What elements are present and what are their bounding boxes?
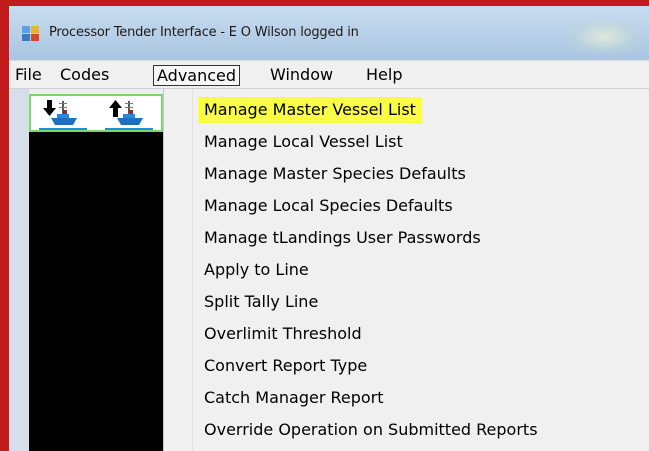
menu-item-split-tally-line[interactable]: Split Tally Line xyxy=(198,289,324,315)
title-bar[interactable]: Processor Tender Interface - E O Wilson … xyxy=(9,6,649,60)
menu-icon-gutter xyxy=(192,89,193,451)
menu-item-manage-local-species-defaults[interactable]: Manage Local Species Defaults xyxy=(198,193,459,219)
upload-vessel-icon xyxy=(109,100,143,125)
download-button-underline xyxy=(39,128,87,130)
download-button[interactable] xyxy=(37,98,91,130)
title-bar-glow xyxy=(569,20,639,54)
menu-window[interactable]: Window xyxy=(267,65,336,86)
menu-item-overlimit-threshold[interactable]: Overlimit Threshold xyxy=(198,321,368,347)
upload-button[interactable] xyxy=(103,98,157,130)
menu-item-apply-to-line[interactable]: Apply to Line xyxy=(198,257,315,283)
menu-codes[interactable]: Codes xyxy=(57,65,112,86)
menu-item-catch-manager-report[interactable]: Catch Manager Report xyxy=(198,385,390,411)
menu-item-convert-report-type[interactable]: Convert Report Type xyxy=(198,353,373,379)
upload-button-underline xyxy=(105,128,153,130)
toolbar xyxy=(29,94,163,132)
menu-advanced[interactable]: Advanced xyxy=(153,65,241,86)
download-vessel-icon xyxy=(43,100,77,125)
app-window: Processor Tender Interface - E O Wilson … xyxy=(9,6,649,451)
menu-item-manage-tlandings-user-passwords[interactable]: Manage tLandings User Passwords xyxy=(198,225,487,251)
menu-bar: File Codes Advanced Window Help xyxy=(9,60,649,89)
workspace-pane xyxy=(29,132,163,451)
menu-help[interactable]: Help xyxy=(363,65,405,86)
menu-file[interactable]: File xyxy=(12,65,45,86)
window-title: Processor Tender Interface - E O Wilson … xyxy=(49,25,359,40)
app-icon xyxy=(22,26,39,41)
window-left-edge xyxy=(9,89,29,451)
menu-item-override-operation-on-submitted-reports[interactable]: Override Operation on Submitted Reports xyxy=(198,417,544,443)
advanced-menu-dropdown: Manage Master Vessel List Manage Local V… xyxy=(163,89,649,451)
menu-item-manage-master-vessel-list[interactable]: Manage Master Vessel List xyxy=(198,97,422,123)
menu-item-manage-master-species-defaults[interactable]: Manage Master Species Defaults xyxy=(198,161,472,187)
menu-item-manage-local-vessel-list[interactable]: Manage Local Vessel List xyxy=(198,129,409,155)
